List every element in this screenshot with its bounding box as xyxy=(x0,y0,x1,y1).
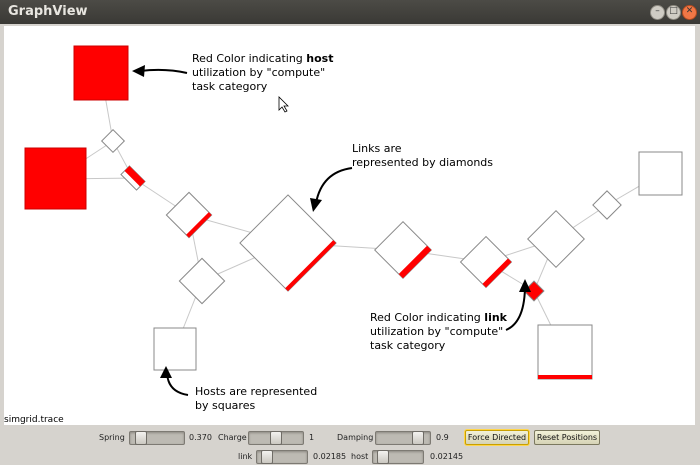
close-icon: ✕ xyxy=(685,6,694,16)
link-scale-slider[interactable] xyxy=(256,450,308,464)
link-scale-label: link xyxy=(238,452,253,461)
host-square[interactable] xyxy=(537,324,593,380)
host-scale-slider-thumb[interactable] xyxy=(377,450,389,464)
charge-value: 1 xyxy=(309,433,315,442)
damping-slider-thumb[interactable] xyxy=(412,431,424,445)
arrow xyxy=(139,68,188,74)
damping-label: Damping xyxy=(337,433,374,442)
host-square[interactable] xyxy=(24,147,87,210)
graph-svg xyxy=(24,45,683,396)
annotation-link-utilization: Red Color indicating link utilization by… xyxy=(370,311,507,353)
damping-slider[interactable] xyxy=(375,431,431,445)
link-diamond-body xyxy=(165,191,213,239)
link-diamond-body xyxy=(239,194,337,292)
maximize-button[interactable]: □ xyxy=(666,5,681,20)
arrowhead xyxy=(132,65,145,77)
annotation-hosts: Hosts are represented by squares xyxy=(195,385,317,413)
force-directed-button[interactable]: Force Directed xyxy=(465,430,529,445)
host-scale-value: 0.02145 xyxy=(430,452,464,461)
link-diamond[interactable] xyxy=(120,165,146,191)
reset-positions-button[interactable]: Reset Positions xyxy=(534,430,600,445)
annotation-host-utilization: Red Color indicating host utilization by… xyxy=(192,52,334,94)
link-diamond[interactable] xyxy=(592,190,622,220)
minimize-icon: – xyxy=(655,6,660,16)
graph-canvas[interactable] xyxy=(4,26,695,425)
link-scale-value: 0.02185 xyxy=(313,452,347,461)
annotation-text: Links are xyxy=(352,142,402,155)
spring-value: 0.370 xyxy=(189,433,212,442)
annotation-text: utilization by "compute" xyxy=(192,66,326,79)
minimize-button[interactable]: – xyxy=(650,5,665,20)
link-diamond[interactable] xyxy=(165,191,213,239)
arrowhead xyxy=(310,198,322,212)
window-title: GraphView xyxy=(8,4,88,19)
maximize-icon: □ xyxy=(669,6,678,16)
link-diamond[interactable] xyxy=(178,257,226,305)
annotation-text: task category xyxy=(370,339,446,352)
link-diamond[interactable] xyxy=(239,194,337,292)
annotation-text: by squares xyxy=(195,399,256,412)
annotation-text: utilization by "compute" xyxy=(370,325,504,338)
damping-value: 0.9 xyxy=(436,433,449,442)
link-diamond-body xyxy=(459,235,513,289)
edges xyxy=(54,72,661,353)
host-square[interactable] xyxy=(73,45,129,101)
link-diamond[interactable] xyxy=(374,221,432,279)
spring-label: Spring xyxy=(99,433,125,442)
annotation-text: represented by diamonds xyxy=(352,156,494,169)
annotation-links: Links are represented by diamonds xyxy=(352,142,493,170)
charge-slider-thumb[interactable] xyxy=(270,431,282,445)
annotation-text: Red Color indicating xyxy=(370,311,485,324)
link-scale-slider-thumb[interactable] xyxy=(261,450,273,464)
annotation-text: Red Color indicating xyxy=(192,52,307,65)
host-scale-label: host xyxy=(351,452,369,461)
annotation-bold: link xyxy=(484,311,507,324)
close-button[interactable]: ✕ xyxy=(682,5,697,20)
annotation-text: Hosts are represented xyxy=(195,385,318,398)
link-diamond[interactable] xyxy=(100,128,126,154)
spring-slider[interactable] xyxy=(129,431,185,445)
host-util-bar xyxy=(538,375,592,379)
link-diamond[interactable] xyxy=(459,235,513,289)
host-scale-slider[interactable] xyxy=(372,450,424,464)
host-square[interactable] xyxy=(153,327,197,371)
title-bar: GraphView – □ ✕ xyxy=(0,0,700,24)
charge-slider[interactable] xyxy=(248,431,304,445)
link-diamond[interactable] xyxy=(527,210,585,268)
annotation-text: task category xyxy=(192,80,268,93)
trace-filename: simgrid.trace xyxy=(4,415,64,425)
mouse-cursor-icon xyxy=(278,96,289,113)
spring-slider-thumb[interactable] xyxy=(135,431,147,445)
charge-label: Charge xyxy=(218,433,247,442)
arrow xyxy=(315,167,353,204)
host-square[interactable] xyxy=(638,151,683,196)
annotation-bold: host xyxy=(306,52,334,65)
link-diamond-body xyxy=(374,221,432,279)
